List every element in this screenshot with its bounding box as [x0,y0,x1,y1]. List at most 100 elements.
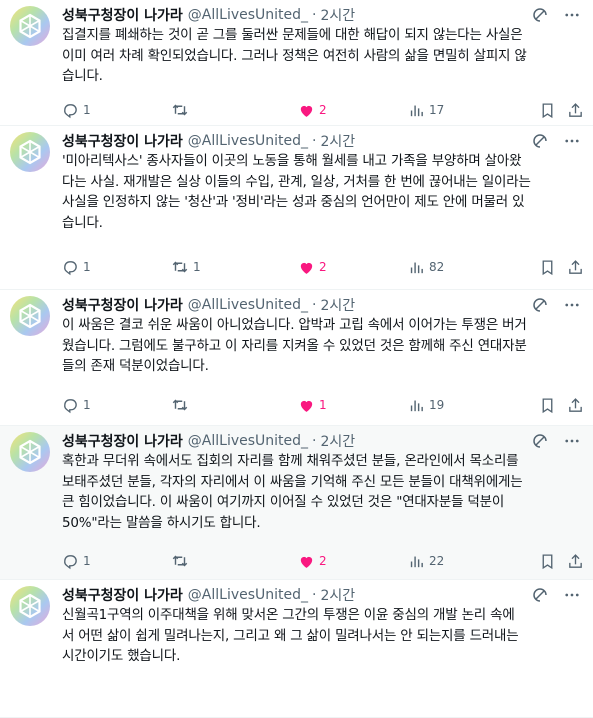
display-name[interactable]: 성북구청장이 나가라 [62,131,183,151]
reply-button[interactable]: 1 [62,395,91,415]
view-count: 19 [429,398,445,412]
timestamp[interactable]: 2시간 [321,431,356,451]
like-count: 2 [319,260,327,274]
like-button[interactable]: 2 [298,257,327,277]
retweet-icon [171,396,189,414]
heart-icon [298,397,315,414]
views-button[interactable]: 82 [408,257,444,277]
display-name[interactable]: 성북구청장이 나가라 [62,431,183,451]
tweet-text: 신월곡1구역의 이주대책을 위해 맞서온 그간의 투쟁은 이윤 중심의 개발 논… [62,607,519,665]
bookmark-button[interactable] [539,395,556,415]
views-icon [408,553,425,570]
tweet-header: 성북구청장이 나가라 @AllLivesUnited_ · 2시간 [62,294,355,316]
views-icon [408,102,425,119]
timestamp[interactable]: 2시간 [321,5,356,25]
tweet-header: 성북구청장이 나가라 @AllLivesUnited_ · 2시간 [62,430,355,452]
views-button[interactable]: 17 [408,100,444,120]
separator-dot: · [312,587,317,603]
separator-dot: · [312,433,317,449]
avatar[interactable] [10,6,50,46]
like-button[interactable]: 2 [298,100,327,120]
share-button[interactable] [567,551,584,571]
user-handle[interactable]: @AllLivesUnited_ [188,587,308,603]
user-handle[interactable]: @AllLivesUnited_ [188,7,308,23]
tweet-header-actions [531,4,581,26]
tweet-header-actions [531,130,581,152]
separator-dot: · [312,133,317,149]
views-button[interactable]: 22 [408,551,444,571]
bookmark-button[interactable] [539,551,556,571]
grok-icon[interactable] [531,6,549,24]
grok-icon[interactable] [531,132,549,150]
share-button[interactable] [567,257,584,277]
bookmark-icon [539,102,556,119]
retweet-button[interactable]: 1 [171,257,201,277]
tweet-text: 집결지를 폐쇄하는 것이 곧 그를 둘러싼 문제들에 대한 해답이 되지 않는다… [62,27,527,85]
timestamp[interactable]: 2시간 [321,131,356,151]
timestamp[interactable]: 2시간 [321,585,356,605]
like-count: 2 [319,554,327,568]
reply-button[interactable]: 1 [62,257,91,277]
tweet[interactable]: 성북구청장이 나가라 @AllLivesUnited_ · 2시간 '미아리텍사… [0,126,593,290]
display-name[interactable]: 성북구청장이 나가라 [62,5,183,25]
more-icon[interactable] [563,6,581,24]
bookmark-button[interactable] [539,257,556,277]
retweet-button[interactable] [171,551,193,571]
grok-icon[interactable] [531,586,549,604]
view-count: 22 [429,554,445,568]
tweet[interactable]: 성북구청장이 나가라 @AllLivesUnited_ · 2시간 이 싸움은 … [0,290,593,426]
reply-button[interactable]: 1 [62,551,91,571]
avatar[interactable] [10,432,50,472]
tweet-actions: 1 2 17 [62,100,593,120]
share-button[interactable] [567,395,584,415]
tweet-text: 이 싸움은 결코 쉬운 싸움이 아니었습니다. 압박과 고립 속에서 이어가는 … [62,317,527,375]
bookmark-icon [539,553,556,570]
view-count: 82 [429,260,445,274]
more-icon[interactable] [563,586,581,604]
display-name[interactable]: 성북구청장이 나가라 [62,585,183,605]
timestamp[interactable]: 2시간 [321,295,356,315]
user-handle[interactable]: @AllLivesUnited_ [188,297,308,313]
avatar[interactable] [10,132,50,172]
reply-icon [62,397,79,414]
tweet-text: '미아리텍사스' 종사자들이 이곳의 노동을 통해 월세를 내고 가족을 부양하… [62,153,531,231]
retweet-icon [171,258,189,276]
tweet-header-actions [531,430,581,452]
like-button[interactable]: 2 [298,551,327,571]
reply-count: 1 [83,554,91,568]
tweet-actions: 1 1 19 [62,395,593,415]
separator-dot: · [312,7,317,23]
share-icon [567,553,584,570]
reply-button[interactable]: 1 [62,100,91,120]
heart-icon [298,259,315,276]
avatar[interactable] [10,296,50,336]
bookmark-icon [539,397,556,414]
avatar[interactable] [10,586,50,626]
like-button[interactable]: 1 [298,395,327,415]
tweet[interactable]: 성북구청장이 나가라 @AllLivesUnited_ · 2시간 혹한과 무더… [0,426,593,580]
reply-count: 1 [83,103,91,117]
heart-icon [298,553,315,570]
more-icon[interactable] [563,432,581,450]
more-icon[interactable] [563,132,581,150]
grok-icon[interactable] [531,432,549,450]
tweet[interactable]: 성북구청장이 나가라 @AllLivesUnited_ · 2시간 신월곡1구역… [0,580,593,718]
retweet-button[interactable] [171,395,193,415]
reply-icon [62,259,79,276]
display-name[interactable]: 성북구청장이 나가라 [62,295,183,315]
retweet-icon [171,101,189,119]
more-icon[interactable] [563,296,581,314]
separator-dot: · [312,297,317,313]
user-handle[interactable]: @AllLivesUnited_ [188,433,308,449]
retweet-button[interactable] [171,100,193,120]
view-count: 17 [429,103,445,117]
views-button[interactable]: 19 [408,395,444,415]
retweet-icon [171,552,189,570]
grok-icon[interactable] [531,296,549,314]
user-handle[interactable]: @AllLivesUnited_ [188,133,308,149]
reply-count: 1 [83,260,91,274]
share-button[interactable] [567,100,584,120]
heart-icon [298,102,315,119]
bookmark-button[interactable] [539,100,556,120]
tweet[interactable]: 성북구청장이 나가라 @AllLivesUnited_ · 2시간 집결지를 폐… [0,0,593,126]
